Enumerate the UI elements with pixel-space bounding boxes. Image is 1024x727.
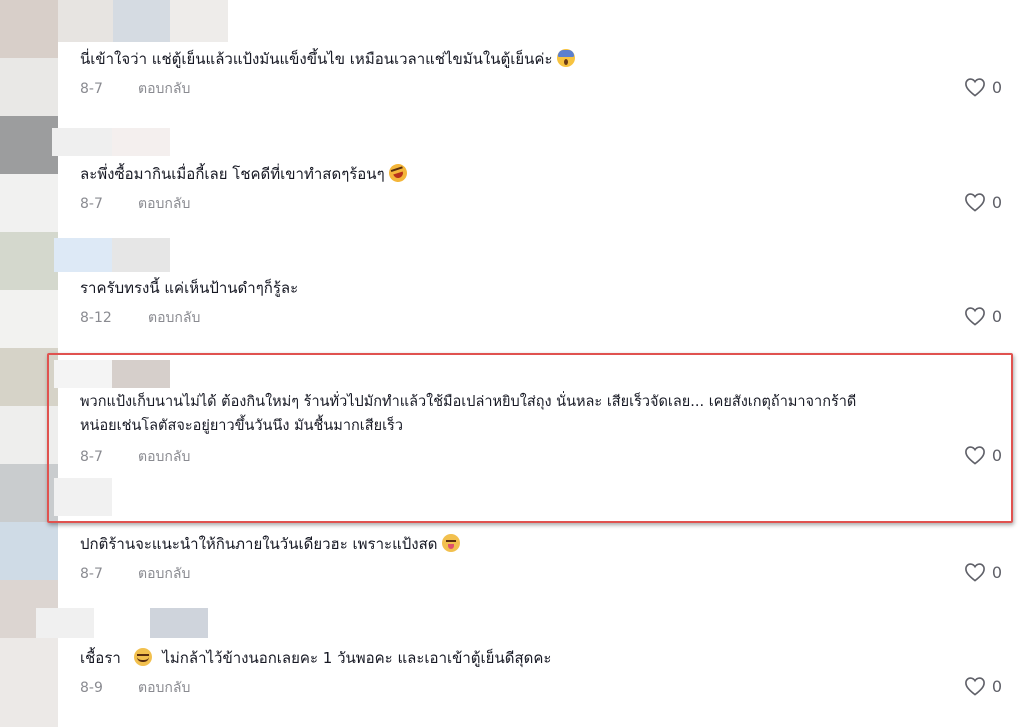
like-count: 0 xyxy=(991,676,1002,696)
comment-text: เชื้อรา ไม่กล้าไว้ข้างนอกเลยคะ 1 วันพอคะ… xyxy=(80,646,950,670)
comment-item: เชื้อรา ไม่กล้าไว้ข้างนอกเลยคะ 1 วันพอคะ… xyxy=(0,598,1024,727)
comment-date: 8-12 xyxy=(80,310,112,326)
comment-meta: 8-9 ตอบกลับ xyxy=(80,677,190,699)
like-button[interactable]: 0 xyxy=(964,562,1002,582)
like-button[interactable]: 0 xyxy=(964,306,1002,326)
comment-item: ราครับทรงนี้ แค่เห็นป้านดำๆก็รู้ละ 8-12 … xyxy=(0,232,1024,348)
heart-icon xyxy=(964,192,986,212)
comment-date: 8-7 xyxy=(80,81,103,97)
comment-date: 8-9 xyxy=(80,680,103,696)
comment-text-body: ปกติร้านจะแนะนำให้กินภายในวันเดียวฮะ เพร… xyxy=(80,535,438,553)
comment-meta: 8-12 ตอบกลับ xyxy=(80,307,200,329)
comment-item: ละพึ่งซื้อมากินเมื่อกี้เลย โชคดีที่เขาทำ… xyxy=(0,116,1024,232)
comment-text-body: ไม่กล้าไว้ข้างนอกเลยคะ 1 วันพอคะ และเอาเ… xyxy=(162,649,552,667)
face-savoring-food-icon xyxy=(441,534,460,552)
comment-date: 8-7 xyxy=(80,196,103,212)
comment-text-body: เชื้อรา xyxy=(80,649,121,667)
comment-meta: 8-7 ตอบกลับ xyxy=(80,78,190,100)
reply-button[interactable]: ตอบกลับ xyxy=(138,78,190,100)
comment-text: ละพึ่งซื้อมากินเมื่อกี้เลย โชคดีที่เขาทำ… xyxy=(80,161,950,186)
comment-item: นี่เข้าใจว่า แช่ตู้เย็นแล้วแป้งมันแข็งขึ… xyxy=(0,0,1024,116)
heart-icon xyxy=(964,77,986,97)
comment-list: นี่เข้าใจว่า แช่ตู้เย็นแล้วแป้งมันแข็งขึ… xyxy=(0,0,1024,727)
comment-date: 8-7 xyxy=(80,566,103,582)
heart-icon xyxy=(964,306,986,326)
heart-icon xyxy=(964,562,986,582)
highlight-annotation-box xyxy=(47,353,1013,523)
comment-text-body: ละพึ่งซื้อมากินเมื่อกี้เลย โชคดีที่เขาทำ… xyxy=(80,165,385,183)
reply-button[interactable]: ตอบกลับ xyxy=(148,307,200,329)
comment-text-body: ราครับทรงนี้ แค่เห็นป้านดำๆก็รู้ละ xyxy=(80,279,299,297)
like-count: 0 xyxy=(991,562,1002,582)
rolling-on-floor-laughing-icon xyxy=(386,161,409,185)
comment-text: ราครับทรงนี้ แค่เห็นป้านดำๆก็รู้ละ xyxy=(80,276,950,300)
face-screaming-in-fear-icon xyxy=(556,49,575,67)
reply-button[interactable]: ตอบกลับ xyxy=(138,677,190,699)
like-count: 0 xyxy=(991,306,1002,326)
comment-meta: 8-7 ตอบกลับ xyxy=(80,563,190,585)
like-button[interactable]: 0 xyxy=(964,77,1002,97)
like-button[interactable]: 0 xyxy=(964,192,1002,212)
like-count: 0 xyxy=(991,77,1002,97)
reply-button[interactable]: ตอบกลับ xyxy=(138,193,190,215)
comment-text: ปกติร้านจะแนะนำให้กินภายในวันเดียวฮะ เพร… xyxy=(80,532,950,556)
like-button[interactable]: 0 xyxy=(964,676,1002,696)
comment-text-body: นี่เข้าใจว่า แช่ตู้เย็นแล้วแป้งมันแข็งขึ… xyxy=(80,50,553,68)
comment-meta: 8-7 ตอบกลับ xyxy=(80,193,190,215)
drooling-face-icon xyxy=(133,648,152,666)
like-count: 0 xyxy=(991,192,1002,212)
reply-button[interactable]: ตอบกลับ xyxy=(138,563,190,585)
comment-text: นี่เข้าใจว่า แช่ตู้เย็นแล้วแป้งมันแข็งขึ… xyxy=(80,47,950,71)
heart-icon xyxy=(964,676,986,696)
